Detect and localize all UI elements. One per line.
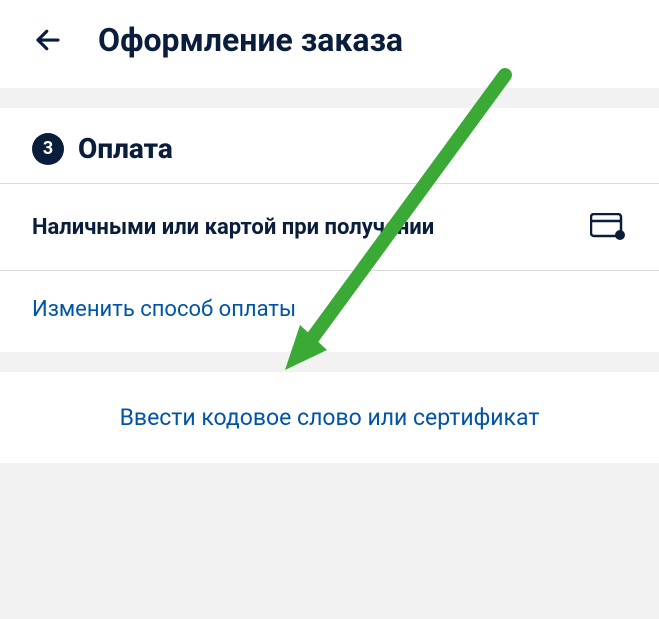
- payment-method-row[interactable]: Наличными или картой при получении: [0, 184, 659, 271]
- step-badge: 3: [32, 133, 64, 165]
- arrow-left-icon: [33, 25, 63, 55]
- change-payment-row: Изменить способ оплаты: [0, 271, 659, 352]
- payment-method-label: Наличными или картой при получении: [32, 211, 434, 244]
- promo-code-link[interactable]: Ввести кодовое слово или сертификат: [120, 404, 540, 431]
- payment-section: 3 Оплата Наличными или картой при получе…: [0, 108, 659, 352]
- card-icon: [589, 208, 627, 246]
- back-button[interactable]: [28, 20, 68, 60]
- section-header: 3 Оплата: [0, 108, 659, 184]
- section-title: Оплата: [78, 132, 173, 165]
- page-title: Оформление заказа: [98, 21, 403, 59]
- change-payment-link[interactable]: Изменить способ оплаты: [32, 297, 296, 322]
- promo-section: Ввести кодовое слово или сертификат: [0, 372, 659, 463]
- header: Оформление заказа: [0, 0, 659, 88]
